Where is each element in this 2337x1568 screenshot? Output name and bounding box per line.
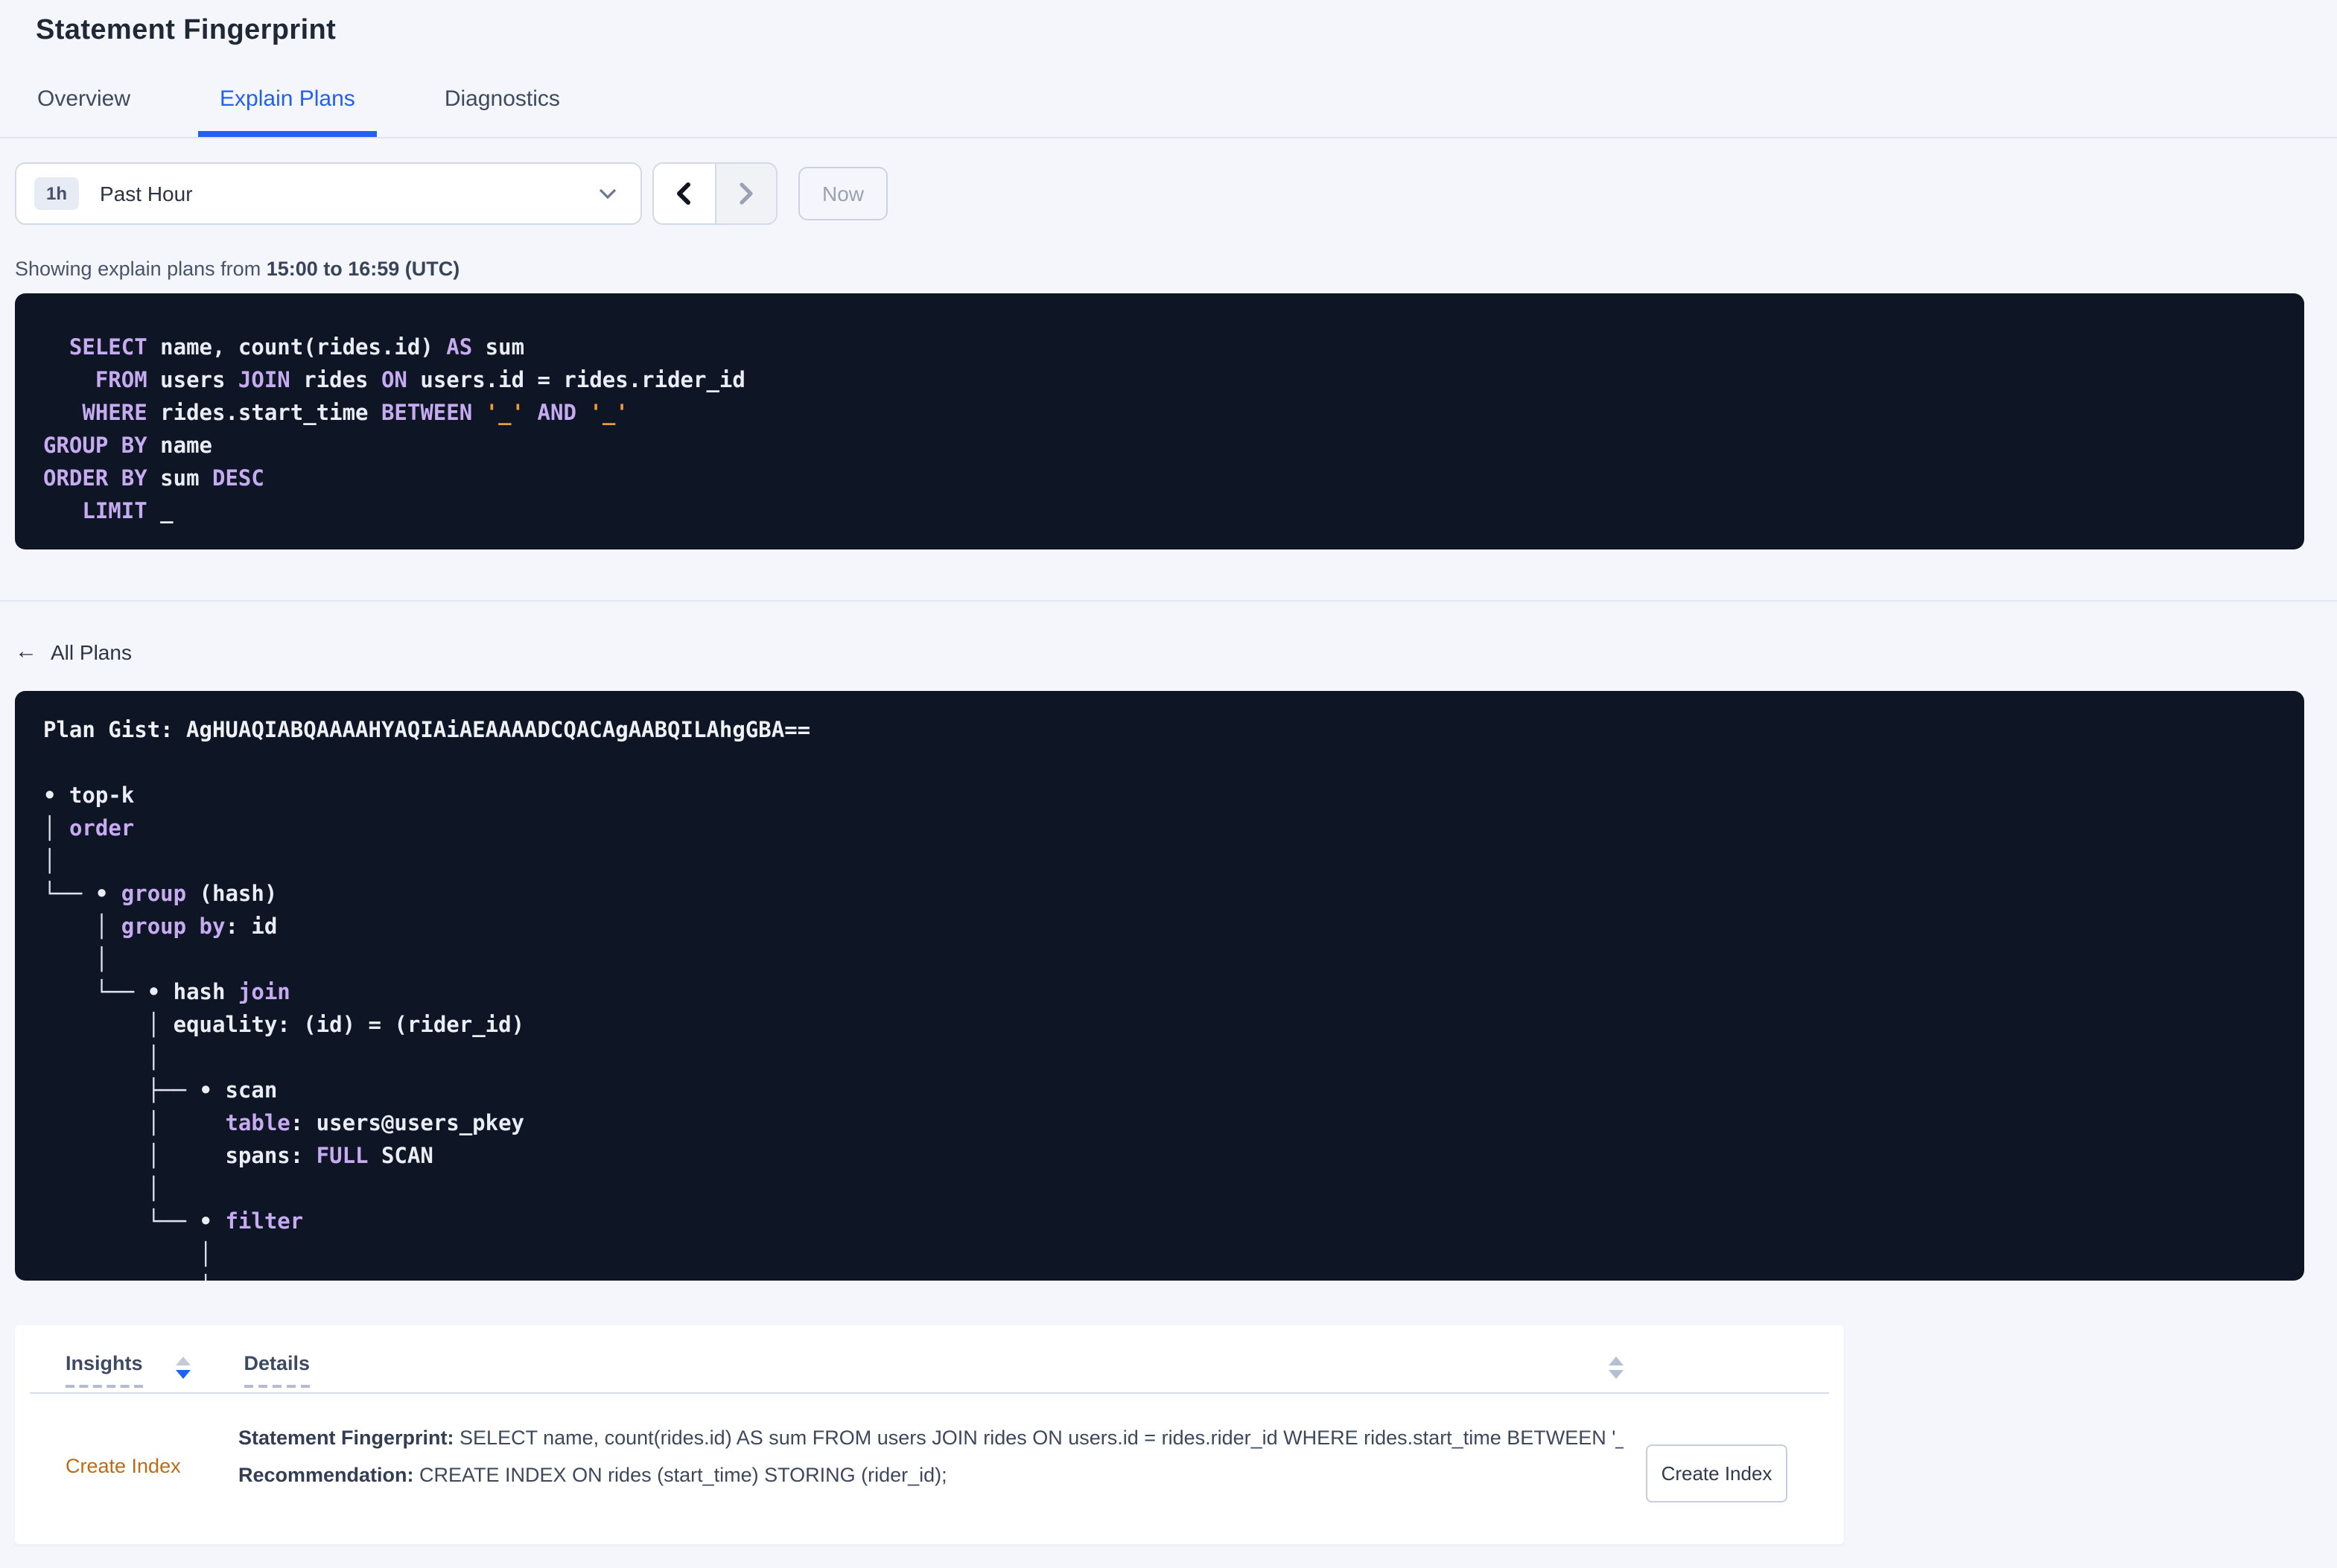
recommendation-line: Recommendation: CREATE INDEX ON rides (s… xyxy=(238,1464,947,1486)
now-button[interactable]: Now xyxy=(798,167,888,220)
plan-gist-block: Plan Gist: AgHUAQIABQAAAAHYAQIAiAEAAAADC… xyxy=(15,691,2304,1281)
page-title: Statement Fingerprint xyxy=(36,15,337,46)
all-plans-label: All Plans xyxy=(51,640,132,663)
column-header-insights[interactable]: Insights xyxy=(66,1352,143,1388)
insights-table-card: Insights Details Create Index Statement … xyxy=(15,1325,1844,1544)
arrow-left-icon: ← xyxy=(15,639,37,664)
time-range-value: 15:00 to 16:59 (UTC) xyxy=(266,258,460,280)
next-time-range-button[interactable] xyxy=(716,164,776,223)
statement-fingerprint-line: Statement Fingerprint: SELECT name, coun… xyxy=(238,1427,1624,1449)
section-divider xyxy=(0,600,2337,602)
sort-arrows-details-icon[interactable] xyxy=(1609,1357,1624,1379)
table-row: Create Index Statement Fingerprint: SELE… xyxy=(51,1394,1808,1494)
tab-explain-plans[interactable]: Explain Plans xyxy=(197,71,378,137)
time-range-select[interactable]: 1h Past Hour xyxy=(15,162,642,225)
create-index-button[interactable]: Create Index xyxy=(1646,1444,1787,1502)
sql-code: SELECT name, count(rides.id) AS sum FROM… xyxy=(43,337,745,524)
plan-gist-code: Plan Gist: AgHUAQIABQAAAAHYAQIAiAEAAAADC… xyxy=(43,719,811,1281)
tab-diagnostics[interactable]: Diagnostics xyxy=(422,71,582,137)
showing-plans-text: Showing explain plans from 15:00 to 16:5… xyxy=(15,258,460,280)
statement-fingerprint-page: Statement Fingerprint Overview Explain P… xyxy=(0,0,2337,1568)
tab-bar: Overview Explain Plans Diagnostics xyxy=(0,71,2337,138)
insight-create-index-link[interactable]: Create Index xyxy=(66,1455,181,1477)
insights-table-header: Insights Details xyxy=(51,1352,1808,1388)
tab-overview[interactable]: Overview xyxy=(15,71,153,137)
chevron-right-icon xyxy=(736,182,757,205)
column-header-details[interactable]: Details xyxy=(244,1352,311,1388)
time-range-badge: 1h xyxy=(34,177,80,210)
time-range-stepper xyxy=(652,162,778,225)
time-controls: 1h Past Hour Now xyxy=(15,162,2322,225)
prev-time-range-button[interactable] xyxy=(654,164,716,223)
sort-arrows-insights-icon[interactable] xyxy=(175,1357,191,1379)
sql-statement-block: SELECT name, count(rides.id) AS sum FROM… xyxy=(15,293,2304,549)
insight-details-cell: Statement Fingerprint: SELECT name, coun… xyxy=(238,1415,1808,1494)
chevron-down-icon xyxy=(599,188,617,200)
time-range-label: Past Hour xyxy=(100,182,193,205)
all-plans-link[interactable]: ← All Plans xyxy=(15,639,132,664)
chevron-left-icon xyxy=(674,182,695,205)
